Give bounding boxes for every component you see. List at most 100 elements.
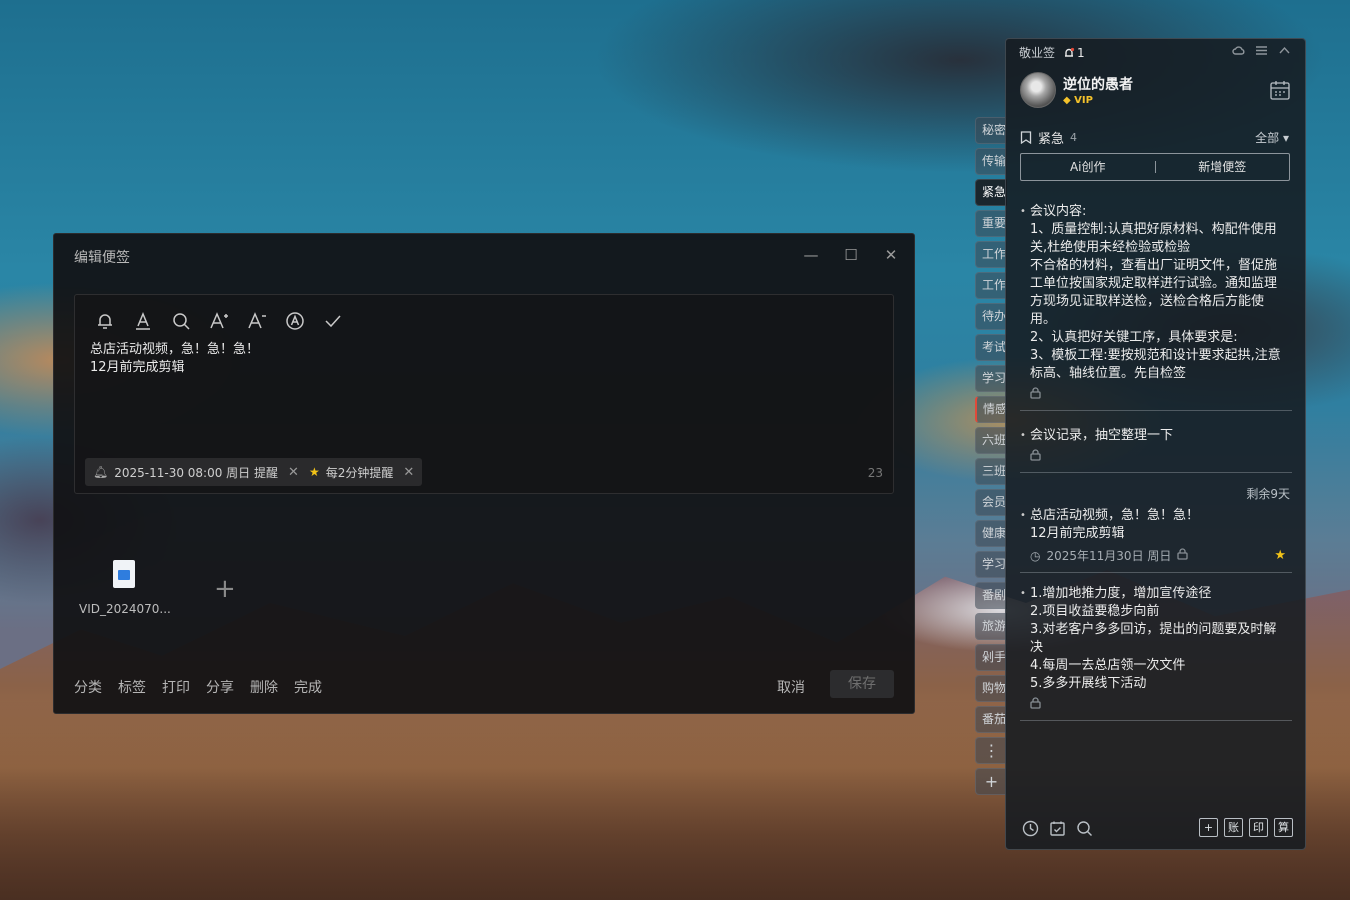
tab-shopping-spree[interactable]: 剁手 [975,644,1007,671]
search-icon[interactable] [169,309,192,332]
note-line-1: 总店活动视频，急！急！急！ [90,342,260,357]
new-note-button[interactable]: 新增便签 [1156,154,1290,180]
vip-badge: ◆ VIP [1063,95,1093,106]
add-button[interactable]: + [1199,818,1218,837]
note-line: 方现场见证取样送检，送检合格后方能使 [1030,294,1265,309]
char-count: 23 [867,466,883,480]
bell-icon[interactable] [93,309,116,332]
note-line: 1.增加地推力度，增加宣传途径 [1030,586,1212,601]
format-toolbar [93,309,344,332]
note-meta: ◷ 2025年11月30日 周日 [1020,547,1292,564]
note-line: 2、认真把好关键工序，具体要求是: [1030,330,1238,345]
cancel-button[interactable]: 取消 [777,677,805,697]
minimize-button[interactable]: — [802,246,820,264]
list-item[interactable]: 会议内容: 1、质量控制:认真把好原材料、构配件使用 关,杜绝使用未经检验或检验… [1020,199,1292,411]
menu-icon[interactable] [1255,44,1268,57]
note-line: 标高、轴线位置。先自检签 [1030,366,1187,381]
tab-emotion[interactable]: 情感 [975,396,1007,423]
note-line: 会议记录，抽空整理一下 [1030,428,1174,443]
save-button[interactable]: 保存 [830,670,894,698]
print-button[interactable]: 印 [1249,818,1268,837]
tab-tomato[interactable]: 番茄 [975,706,1007,733]
ledger-button[interactable]: 账 [1224,818,1243,837]
note-editor[interactable]: 总店活动视频，急！急！急！ 12月前完成剪辑 🔔︎ 2025-11-30 08:… [74,294,894,494]
note-meta [1020,387,1292,402]
tab-important[interactable]: 重要 [975,210,1007,237]
vip-label: VIP [1074,95,1093,106]
tab-anime[interactable]: 番剧 [975,582,1007,609]
note-line: 4.每周一去总店领一次文件 [1030,658,1186,673]
header-controls [1232,44,1291,57]
window-controls: — ☐ ✕ [802,246,900,264]
tag-button[interactable]: 标签 [118,677,146,697]
bell-icon: 🔔︎ [93,465,109,479]
tab-class-3[interactable]: 三班 [975,458,1007,485]
list-item[interactable]: 会议记录，抽空整理一下 [1020,423,1292,473]
list-item[interactable]: 剩余9天 总店活动视频，急！急！急！ 12月前完成剪辑 ◷ 2025年11月30… [1020,487,1292,573]
note-line: 12月前完成剪辑 [1030,526,1125,541]
tab-secret[interactable]: 秘密 [975,117,1007,144]
tab-study-1[interactable]: 学习 [975,365,1007,392]
tab-work-2[interactable]: 工作 [975,272,1007,299]
tab-health[interactable]: 健康 [975,520,1007,547]
text-color-icon[interactable] [131,309,154,332]
category-tabs: 秘密 传输 紧急 重要 工作 工作 待办 考试 学习 情感 六班 三班 会员 健… [975,117,1007,799]
history-clock-icon[interactable] [1022,820,1039,837]
search-icon[interactable] [1076,820,1093,837]
repeat-chip[interactable]: ★ 每2分钟提醒 ✕ [301,458,423,486]
lock-icon [1030,697,1041,712]
note-text: 1.增加地推力度，增加宣传途径 2.项目收益要稳步向前 3.对老客户多多回访，提… [1020,585,1292,693]
cloud-sync-icon[interactable] [1232,44,1245,57]
list-item[interactable]: 1.增加地推力度，增加宣传途径 2.项目收益要稳步向前 3.对老客户多多回访，提… [1020,581,1292,721]
star-icon[interactable]: ★ [1274,548,1286,563]
check-icon[interactable] [321,309,344,332]
calendar-button[interactable] [1269,79,1291,105]
maximize-button[interactable]: ☐ [842,246,860,264]
add-tab-icon[interactable]: + [975,768,1007,795]
tab-shopping[interactable]: 购物 [975,675,1007,702]
app-name: 敬业签 [1019,46,1056,60]
font-increase-icon[interactable] [207,309,230,332]
note-content[interactable]: 总店活动视频，急！急！急！ 12月前完成剪辑 [90,341,259,377]
note-line: 5.多多开展线下活动 [1030,676,1147,691]
attachment-item[interactable]: VID_2024070... [79,560,171,616]
avatar[interactable] [1020,72,1056,108]
remove-repeat-icon[interactable]: ✕ [403,465,414,480]
delete-button[interactable]: 删除 [250,677,278,697]
tab-class-6[interactable]: 六班 [975,427,1007,454]
current-category: 紧急 4 [1020,128,1077,147]
note-line: 关,杜绝使用未经检验或检验 [1030,240,1191,255]
share-button[interactable]: 分享 [206,677,234,697]
note-line: 决 [1030,640,1044,655]
reminder-chip[interactable]: 🔔︎ 2025-11-30 08:00 周日 提醒 ✕ [85,458,307,486]
reminder-time: 2025-11-30 08:00 周日 提醒 [114,465,278,480]
complete-button[interactable]: 完成 [294,677,322,697]
ai-rewrite-icon[interactable] [283,309,306,332]
remove-reminder-icon[interactable]: ✕ [288,465,299,480]
tab-urgent[interactable]: 紧急 [975,179,1007,206]
notification-badge[interactable]: 1 [1063,46,1085,60]
tab-exam[interactable]: 考试 [975,334,1007,361]
collapse-icon[interactable] [1278,44,1291,57]
close-button[interactable]: ✕ [882,246,900,264]
tab-todo[interactable]: 待办 [975,303,1007,330]
username: 逆位的愚者 [1063,77,1133,93]
font-decrease-icon[interactable] [245,309,268,332]
tab-work-1[interactable]: 工作 [975,241,1007,268]
tab-travel[interactable]: 旅游 [975,613,1007,640]
add-attachment-button[interactable]: + [214,574,236,604]
tab-study-2[interactable]: 学习 [975,551,1007,578]
calculator-button[interactable]: 算 [1274,818,1293,837]
panel-footer-right: + 账 印 算 [1199,818,1293,837]
tab-member[interactable]: 会员 [975,489,1007,516]
note-text: 总店活动视频，急！急！急！ 12月前完成剪辑 [1020,507,1292,543]
filter-dropdown[interactable]: 全部 ▾ [1255,129,1289,146]
tab-transfer[interactable]: 传输 [975,148,1007,175]
bookmark-icon [1020,131,1032,144]
more-tabs-icon[interactable]: ⋮ [975,737,1007,764]
print-button[interactable]: 打印 [162,677,190,697]
category-button[interactable]: 分类 [74,677,102,697]
video-file-icon [113,560,135,588]
ai-create-button[interactable]: Ai创作 [1021,154,1155,180]
todo-check-icon[interactable] [1049,820,1066,837]
